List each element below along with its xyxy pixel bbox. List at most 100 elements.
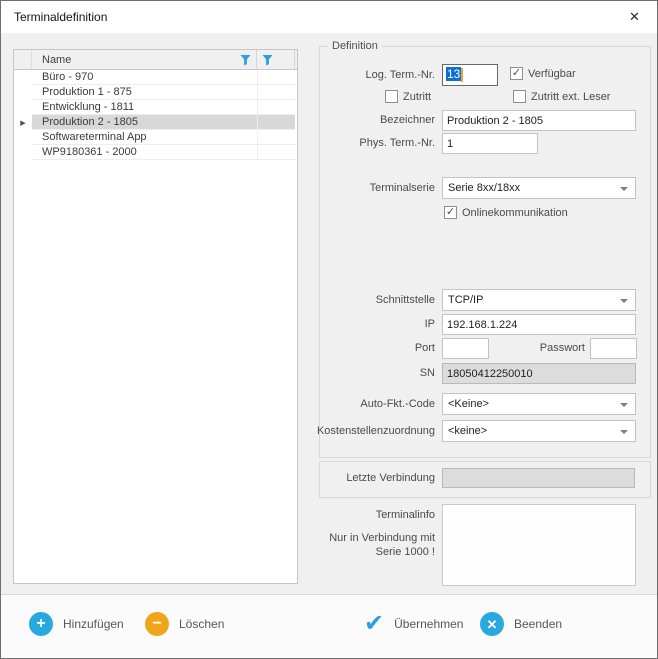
list-item-col2: [257, 145, 295, 160]
titlebar: Terminaldefinition ✕: [1, 1, 657, 33]
zutritt-checkbox[interactable]: [385, 90, 398, 103]
log-term-nr-input[interactable]: 13: [442, 64, 498, 86]
verfuegbar-checkbox[interactable]: ✓: [510, 67, 523, 80]
uebernehmen-button[interactable]: ✔ Übernehmen: [364, 611, 463, 637]
terminalinfo-note-line2: Serie 1000 !: [376, 546, 435, 558]
list-item-label[interactable]: Entwicklung - 1811: [32, 100, 257, 115]
list-item-col2: [257, 100, 295, 115]
ip-input[interactable]: [442, 314, 636, 335]
hinzufuegen-button[interactable]: + Hinzufügen: [29, 611, 124, 637]
list-header-col2[interactable]: [257, 50, 295, 69]
list-item-label[interactable]: Büro - 970: [32, 70, 257, 85]
row-gutter: [14, 130, 32, 145]
sn-label: SN: [420, 367, 435, 379]
verfuegbar-label[interactable]: Verfügbar: [528, 68, 576, 80]
kostenstellenzuordnung-value: <keine>: [448, 425, 487, 437]
list-item-col2: [257, 130, 295, 145]
list-item[interactable]: WP9180361 - 2000: [14, 145, 297, 160]
beenden-button[interactable]: ✕ Beenden: [480, 611, 562, 637]
definition-group-caption: Definition: [328, 40, 382, 52]
filter-icon[interactable]: [240, 54, 251, 66]
list-item-label[interactable]: Produktion 2 - 1805: [32, 115, 257, 130]
close-icon: ✕: [629, 9, 640, 25]
row-gutter: [14, 145, 32, 160]
phys-term-nr-label: Phys. Term.-Nr.: [359, 137, 435, 149]
terminalserie-value: Serie 8xx/18xx: [448, 182, 520, 194]
chevron-down-icon: [620, 299, 628, 303]
port-input[interactable]: [442, 338, 489, 359]
zutritt-ext-leser-checkbox[interactable]: [513, 90, 526, 103]
list-item[interactable]: Softwareterminal App: [14, 130, 297, 145]
onlinekommunikation-checkbox[interactable]: ✓: [444, 206, 457, 219]
list-item-label[interactable]: WP9180361 - 2000: [32, 145, 257, 160]
kostenstellenzuordnung-label: Kostenstellenzuordnung: [317, 425, 435, 437]
log-term-nr-value: 13: [446, 67, 461, 81]
chevron-down-icon: [620, 187, 628, 191]
list-header-spacer: [295, 50, 297, 69]
checkmark-icon: ✔: [364, 612, 384, 636]
list-item-col2: [257, 85, 295, 100]
hinzufuegen-label: Hinzufügen: [63, 617, 124, 631]
list-item[interactable]: Entwicklung - 1811: [14, 100, 297, 115]
chevron-down-icon: [620, 430, 628, 434]
ip-label: IP: [425, 318, 435, 330]
letzte-verbindung-label: Letzte Verbindung: [346, 472, 435, 484]
terminalinfo-label: Terminalinfo: [376, 509, 435, 521]
text-caret: [461, 68, 463, 82]
list-header-gutter: [14, 50, 32, 69]
terminalserie-label: Terminalserie: [370, 182, 435, 194]
passwort-input[interactable]: [590, 338, 637, 359]
port-label: Port: [415, 342, 435, 354]
letzte-verbindung-field: [442, 468, 635, 488]
check-icon: ✓: [446, 206, 455, 218]
zutritt-label[interactable]: Zutritt: [403, 91, 431, 103]
loeschen-label: Löschen: [179, 617, 224, 631]
filter-icon[interactable]: [262, 54, 273, 66]
list-header: Name: [14, 50, 297, 70]
close-button[interactable]: ✕: [612, 1, 657, 33]
plus-icon: +: [29, 612, 53, 636]
beenden-label: Beenden: [514, 617, 562, 631]
list-item[interactable]: Büro - 970: [14, 70, 297, 85]
footer-bar: + Hinzufügen − Löschen ✔ Übernehmen ✕ Be…: [1, 594, 657, 658]
kostenstellenzuordnung-dropdown[interactable]: <keine>: [442, 420, 636, 442]
window-title: Terminaldefinition: [14, 10, 107, 24]
terminalserie-dropdown[interactable]: Serie 8xx/18xx: [442, 177, 636, 199]
terminal-list[interactable]: Name Büro - 970 Produktion 1 - 875: [13, 49, 298, 584]
minus-icon: −: [145, 612, 169, 636]
phys-term-nr-input[interactable]: [442, 133, 538, 154]
auto-fkt-code-value: <Keine>: [448, 398, 489, 410]
log-term-nr-label: Log. Term.-Nr.: [366, 69, 436, 81]
terminalinfo-textarea[interactable]: [442, 504, 636, 586]
bezeichner-label: Bezeichner: [380, 114, 435, 126]
chevron-down-icon: [620, 403, 628, 407]
passwort-label: Passwort: [540, 342, 585, 354]
list-item-label[interactable]: Produktion 1 - 875: [32, 85, 257, 100]
terminal-definition-dialog: Terminaldefinition ✕ Name Büro - 970: [0, 0, 658, 659]
schnittstelle-label: Schnittstelle: [376, 294, 435, 306]
loeschen-button[interactable]: − Löschen: [145, 611, 224, 637]
uebernehmen-label: Übernehmen: [394, 617, 463, 631]
list-item-label[interactable]: Softwareterminal App: [32, 130, 257, 145]
check-icon: ✓: [512, 67, 521, 79]
schnittstelle-dropdown[interactable]: TCP/IP: [442, 289, 636, 311]
list-header-name[interactable]: Name: [32, 50, 257, 69]
close-x-icon: ✕: [480, 612, 504, 636]
row-gutter: [14, 70, 32, 85]
list-item-col2: [257, 70, 295, 85]
schnittstelle-value: TCP/IP: [448, 294, 483, 306]
terminalinfo-note-line1: Nur in Verbindung mit: [329, 532, 435, 544]
auto-fkt-code-dropdown[interactable]: <Keine>: [442, 393, 636, 415]
list-item-col2: [257, 115, 295, 130]
onlinekommunikation-label[interactable]: Onlinekommunikation: [462, 207, 568, 219]
current-row-marker-icon: ▶: [14, 115, 32, 130]
name-column-header: Name: [42, 54, 71, 66]
row-gutter: [14, 85, 32, 100]
row-gutter: [14, 100, 32, 115]
bezeichner-input[interactable]: [442, 110, 636, 131]
auto-fkt-code-label: Auto-Fkt.-Code: [360, 398, 435, 410]
zutritt-ext-leser-label[interactable]: Zutritt ext. Leser: [531, 91, 610, 103]
sn-field: [442, 363, 636, 384]
list-item[interactable]: Produktion 1 - 875: [14, 85, 297, 100]
list-item-selected[interactable]: ▶ Produktion 2 - 1805: [14, 115, 297, 130]
